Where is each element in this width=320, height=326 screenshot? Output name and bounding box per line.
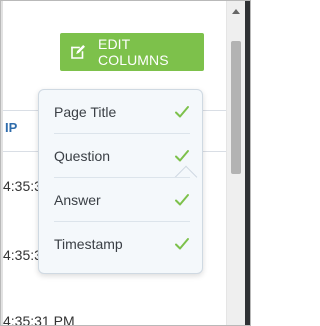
check-icon — [175, 105, 189, 117]
column-option-timestamp[interactable]: Timestamp — [54, 222, 190, 266]
scroll-thumb[interactable] — [231, 41, 241, 174]
column-option-answer[interactable]: Answer — [54, 178, 190, 222]
column-option-label: Timestamp — [54, 236, 123, 252]
column-option-label: Answer — [54, 191, 101, 208]
column-menu-popover: Page Title Question Answer Timestamp — [38, 89, 203, 274]
screen-frame: IP 4:35:31 4:35:31 4:35:31 PM EDIT COLUM… — [0, 0, 251, 326]
check-icon — [175, 193, 189, 205]
edit-icon — [71, 45, 85, 59]
edit-columns-button[interactable]: EDIT COLUMNS — [60, 33, 204, 71]
left-edge — [1, 1, 3, 325]
column-option-label: Question — [54, 147, 111, 164]
vertical-scrollbar[interactable] — [226, 1, 245, 325]
check-icon — [175, 238, 189, 250]
column-option-question[interactable]: Question — [54, 134, 190, 178]
edit-columns-label: EDIT COLUMNS — [98, 36, 169, 68]
check-icon — [175, 149, 189, 161]
table-row-time-3: 4:35:31 PM — [3, 313, 75, 326]
column-option-label: Page Title — [54, 103, 117, 120]
column-option-page-title[interactable]: Page Title — [54, 90, 190, 134]
right-dark-edge — [245, 1, 250, 325]
scroll-up-icon[interactable] — [232, 9, 240, 14]
table-header-cell-ip[interactable]: IP — [5, 120, 17, 135]
